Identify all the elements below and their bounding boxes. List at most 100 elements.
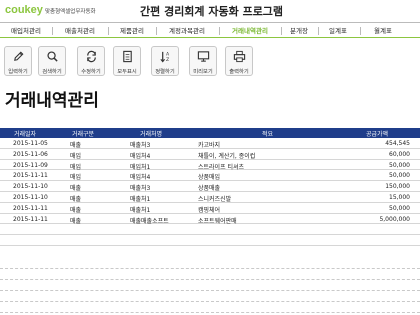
cell-date: 2015-11-11 [13,215,48,223]
cell-amount: 60,000 [389,150,410,158]
table-row[interactable]: 2015-11-11 매출 매출매출소프트 소프트웨어판매 5,000,000 [0,214,420,225]
nav-item-daily[interactable]: 일계표 [324,25,352,37]
nav-divider [318,27,319,35]
search-button[interactable]: 검색하기 [38,46,66,76]
column-header-amount[interactable]: 공급가액 [366,129,388,138]
app-title: 간편 경리회계 자동화 프로그램 [140,5,284,18]
sort-button[interactable]: A Z 정렬하기 [151,46,179,76]
preview-button[interactable]: 미리보기 [189,46,217,76]
column-header-party[interactable]: 거래처명 [140,129,162,138]
cell-party: 매입처4 [130,152,151,160]
cell-description: 채틀이, 계산기, 종이컵 [198,152,256,160]
printer-icon [233,50,246,63]
table-row[interactable]: 2015-11-05 매출 매출처3 카고바지 454,545 [0,138,420,149]
table-header: 거래일자 거래구분 거래처명 적요 공급가액 [0,128,420,138]
cell-amount: 15,000 [389,193,410,201]
nav-item-account[interactable]: 계정과목관리 [160,25,214,37]
column-header-type[interactable]: 거래구분 [72,129,94,138]
document-icon [123,50,132,63]
cell-amount: 150,000 [385,183,410,191]
nav-divider [156,27,157,35]
table-row[interactable]: 2015-11-10 매출 매출처1 스니커즈신발 15,000 [0,192,420,203]
grid-divider [0,279,420,280]
edit-button[interactable]: 수정하기 [77,46,105,76]
cell-date: 2015-11-10 [13,183,48,191]
pencil-icon [14,51,24,61]
cell-party: 매출매출소프트 [130,217,169,225]
main-nav: 매입처관리 매출처관리 제품관리 계정과목관리 거래내역관리 분개장 일계표 월… [0,22,420,38]
grid-divider [0,268,420,269]
table-row[interactable]: 2015-11-11 매출 매출처1 캠핑체어 50,000 [0,203,420,214]
magnifier-icon [47,51,58,62]
cell-amount: 50,000 [389,204,410,212]
svg-text:Z: Z [166,57,169,63]
nav-item-product[interactable]: 제품관리 [114,25,150,37]
cell-description: 캠핑체어 [198,206,221,214]
show-all-button[interactable]: 모두표시 [113,46,141,76]
sort-button-label: 정렬하기 [155,69,175,75]
nav-divider [219,27,220,35]
cell-date: 2015-11-10 [13,193,48,201]
grid-divider [0,290,420,291]
refresh-icon [87,50,96,63]
column-header-description[interactable]: 적요 [262,129,273,138]
table-row[interactable]: 2015-11-09 매입 매입처1 스트라이프 티셔츠 50,000 [0,160,420,171]
cell-party: 매출처3 [130,185,151,193]
cell-party: 매출처1 [130,206,151,214]
monitor-icon [197,51,210,62]
cell-party: 매입처4 [130,174,151,182]
preview-button-label: 미리보기 [193,69,213,75]
page-title: 거래내역관리 [5,91,99,111]
app-header: coukey 맞춤형엑셀업무자동화 간편 경리회계 자동화 프로그램 [0,0,420,22]
print-button[interactable]: 출력하기 [225,46,253,76]
cell-party: 매출처1 [130,195,151,203]
cell-party: 매출처3 [130,142,151,149]
cell-date: 2015-11-11 [13,204,48,212]
empty-row[interactable] [0,224,420,236]
nav-item-transactions[interactable]: 거래내역관리 [224,25,276,37]
svg-text:A: A [166,52,170,58]
cell-date: 2015-11-09 [13,161,48,169]
cell-date: 2015-11-05 [13,140,48,147]
column-header-date[interactable]: 거래일자 [14,129,36,138]
cell-description: 상품매출 [198,185,221,193]
coukey-logo: coukey [5,4,43,16]
cell-amount: 5,000,000 [379,215,410,223]
cell-party: 매입처1 [130,163,151,171]
cell-description: 스트라이프 티셔츠 [198,163,245,171]
cell-description: 상품매입 [198,174,221,182]
cell-date: 2015-11-06 [13,150,48,158]
cell-amount: 50,000 [389,161,410,169]
logo-subtitle: 맞춤형엑셀업무자동화 [45,9,96,15]
nav-item-supplier[interactable]: 매입처관리 [4,25,48,37]
nav-divider [52,27,53,35]
transactions-table: 거래일자 거래구분 거래처명 적요 공급가액 2015-11-05 매출 매출처… [0,128,420,246]
grid-divider [0,312,420,313]
table-row[interactable]: 2015-11-06 매입 매입처4 채틀이, 계산기, 종이컵 60,000 [0,149,420,160]
nav-item-customer[interactable]: 매출처관리 [58,25,102,37]
show-all-button-label: 모두표시 [117,69,137,75]
nav-divider [360,27,361,35]
grid-divider [0,301,420,302]
sort-icon: A Z [160,52,170,63]
table-row[interactable]: 2015-11-11 매입 매입처4 상품매입 50,000 [0,170,420,181]
nav-divider [108,27,109,35]
toolbar: 입력하기 검색하기 수정하기 모두표시 A Z 정렬하기 미리보기 출력하기 [0,46,420,78]
table-row[interactable]: 2015-11-10 매출 매출처3 상품매출 150,000 [0,181,420,192]
nav-item-journal[interactable]: 분개장 [284,25,314,37]
cell-description: 스니커즈신발 [198,195,232,203]
nav-divider [281,27,282,35]
cell-type: 매입 [70,152,82,160]
cell-type: 매입 [70,163,82,171]
cell-description: 카고바지 [198,142,221,149]
nav-item-monthly[interactable]: 월계표 [368,25,398,37]
cell-amount: 50,000 [389,172,410,180]
input-button[interactable]: 입력하기 [4,46,32,76]
empty-row[interactable] [0,235,420,246]
cell-type: 매출 [70,217,82,225]
cell-type: 매출 [70,142,82,149]
cell-amount: 454,545 [385,140,410,147]
edit-button-label: 수정하기 [81,69,101,75]
cell-date: 2015-11-11 [13,172,48,180]
cell-description: 소프트웨어판매 [198,217,237,225]
